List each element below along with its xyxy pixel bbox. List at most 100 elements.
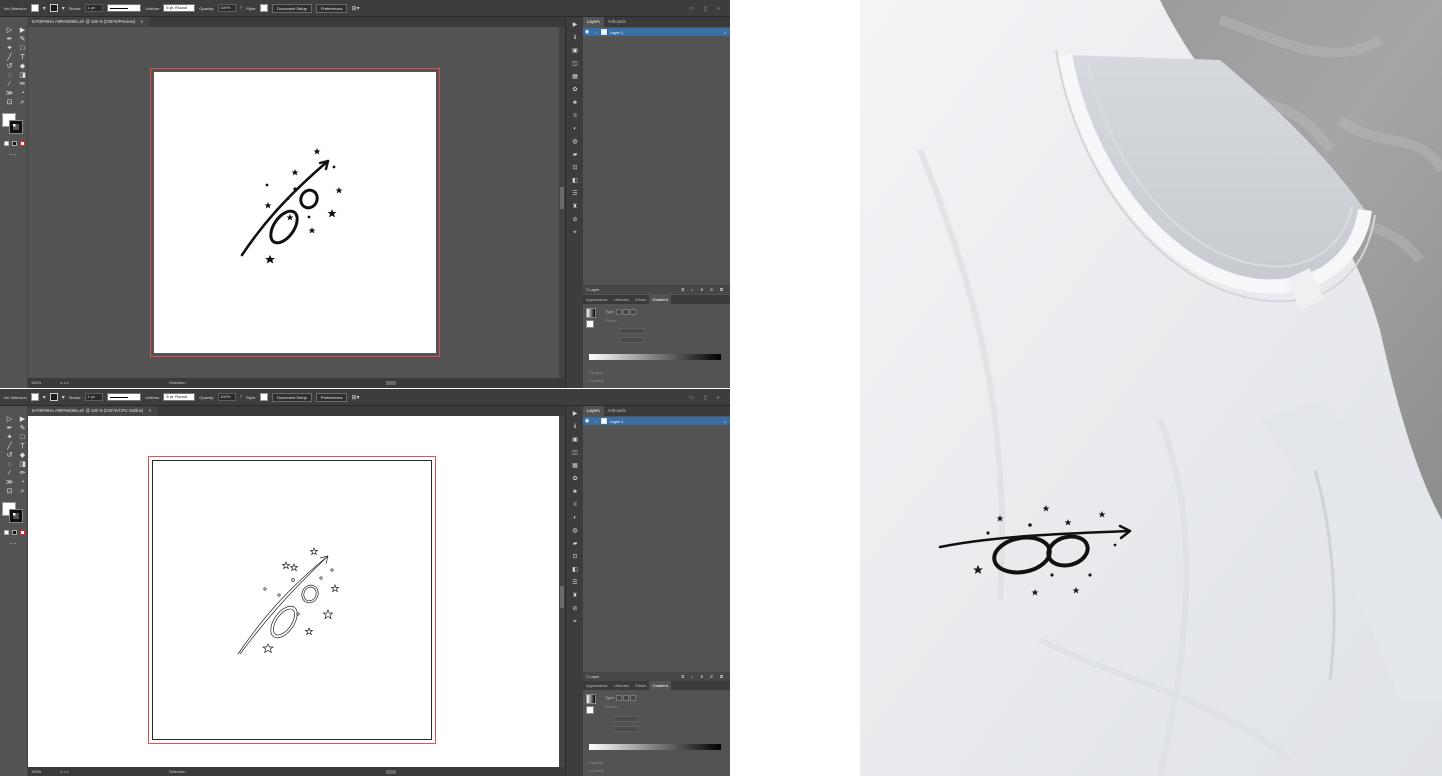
brushes-icon[interactable]: ✿ (566, 85, 584, 95)
transform-icon[interactable]: ▣ (566, 46, 584, 56)
canvas[interactable] (28, 416, 559, 767)
fill-stroke-widget[interactable] (2, 502, 26, 526)
play-icon[interactable]: ▶ (566, 20, 584, 30)
scroll-thumb[interactable] (560, 586, 564, 608)
pencil-tool-icon[interactable]: ✏ (17, 470, 28, 478)
scale-tool-icon[interactable]: ◨ (17, 72, 28, 80)
comment-icon[interactable]: ▰ (566, 150, 584, 160)
links-icon[interactable]: ⊘ (566, 604, 584, 614)
freeform-gradient-icon[interactable] (629, 695, 636, 701)
zoom-tool-icon[interactable]: ⌕ (17, 99, 28, 107)
stroke-icon[interactable]: ≡ (566, 111, 584, 121)
libraries-icon[interactable]: ◫ (566, 448, 584, 458)
stroke-profile-dropdown[interactable] (107, 393, 142, 401)
lasso-tool-icon[interactable]: ↺ (4, 63, 15, 71)
tab-appearance[interactable]: Appearance (583, 295, 611, 304)
radial-gradient-icon[interactable] (622, 695, 629, 701)
transform-icon[interactable]: ▣ (566, 435, 584, 445)
opacity-label[interactable]: Opacity: (199, 395, 214, 400)
chevron-right-icon[interactable]: › (240, 5, 242, 11)
chevron-right-icon[interactable]: › (591, 419, 601, 424)
artboards-icon[interactable]: ⊡ (566, 552, 584, 562)
symbols-icon[interactable]: ♣ (566, 487, 584, 497)
info-icon[interactable]: ℹ (566, 422, 584, 432)
rectangle-tool-icon[interactable]: □ (17, 45, 28, 53)
chevron-right-icon[interactable]: › (591, 30, 601, 35)
arrange-documents-icon[interactable]: ⊞▾ (351, 5, 359, 12)
gradient-slider[interactable] (589, 354, 721, 360)
info-icon[interactable]: ℹ (566, 33, 584, 43)
gradient-icon[interactable]: ◐ (566, 513, 584, 523)
curvature-tool-icon[interactable]: ✎ (17, 425, 28, 433)
brush-dropdown[interactable]: 5 pt. Round (163, 393, 196, 401)
swatches-icon[interactable]: ▦ (566, 72, 584, 82)
line-tool-icon[interactable]: ╱ (4, 54, 15, 62)
horizontal-scroll-thumb[interactable] (386, 770, 396, 774)
radial-gradient-icon[interactable] (622, 309, 629, 315)
stroke-weight-dropdown[interactable]: 1 px (85, 4, 104, 12)
tab-stroke[interactable]: Stroke (632, 295, 650, 304)
tab-libraries[interactable]: Libraries (611, 295, 632, 304)
scroll-thumb[interactable] (560, 187, 564, 209)
align-icon[interactable]: ☰ (566, 189, 584, 199)
tab-libraries[interactable]: Libraries (611, 681, 632, 690)
lasso-tool-icon[interactable]: ↺ (4, 452, 15, 460)
eyedropper-tool-icon[interactable]: ⁄ (4, 470, 15, 478)
layer-row[interactable]: ◉ › Layer 1 ○ (583, 417, 730, 425)
layers-icon[interactable]: ◧ (566, 176, 584, 186)
chevron-down-icon[interactable]: ▾ (43, 5, 46, 12)
zoom-level[interactable]: 100% (31, 378, 41, 388)
symbols-icon[interactable]: ♣ (566, 98, 584, 108)
stroke-swatch[interactable] (49, 4, 58, 12)
pencil-tool-icon[interactable]: ✏ (17, 81, 28, 89)
artboard-navigation[interactable]: ◂ 1 ▸ (60, 378, 68, 388)
gradient-preview[interactable] (586, 694, 596, 704)
eraser-tool-icon[interactable]: ◆ (17, 63, 28, 71)
comment-icon[interactable]: ▰ (566, 539, 584, 549)
preferences-button[interactable]: Preferences (315, 3, 348, 13)
aspect-ratio-field[interactable] (619, 337, 645, 343)
document-tab[interactable]: КАТЕРИНА АФРАМОВА.ai* @ 100 % (CMYK/CPU … (28, 406, 158, 416)
stroke-weight-dropdown[interactable]: 1 px (85, 393, 104, 401)
stroke-label[interactable]: Stroke: (69, 395, 82, 400)
document-tab[interactable]: КАТЕРИНА АФРАМОВА.ai* @ 100 % (CMYK/Prev… (28, 17, 150, 27)
window-controls-icon[interactable]: ▭ ▯ ▹ (689, 394, 724, 401)
brushes-icon[interactable]: ✿ (566, 474, 584, 484)
stroke-color-box[interactable] (9, 120, 23, 134)
close-icon[interactable]: ✕ (148, 408, 152, 413)
scale-tool-icon[interactable]: ◨ (17, 461, 28, 469)
warp-tool-icon[interactable]: ≫ (4, 479, 15, 487)
magic-wand-tool-icon[interactable]: ✦ (4, 45, 15, 53)
warp-tool-icon[interactable]: ≫ (4, 90, 15, 98)
asset-export-icon[interactable]: ⌖ (566, 228, 584, 238)
angle-field[interactable] (613, 716, 639, 722)
tab-gradient[interactable]: Gradient (649, 295, 671, 304)
stroke-label[interactable]: Stroke: (69, 6, 82, 11)
stroke-profile-dropdown[interactable] (107, 4, 142, 12)
logo-artwork-preview[interactable] (224, 137, 354, 267)
curvature-tool-icon[interactable]: ✎ (17, 36, 28, 44)
logo-artwork-outline[interactable] (226, 530, 356, 660)
gradient-mode-icon[interactable] (12, 141, 17, 146)
layer-name[interactable]: Layer 1 (610, 419, 623, 424)
pathfinder-icon[interactable]: ♜ (566, 591, 584, 601)
artboards-icon[interactable]: ⊡ (566, 163, 584, 173)
libraries-icon[interactable]: ◫ (566, 59, 584, 69)
color-mode-icon[interactable] (4, 530, 9, 535)
rotate-tool-icon[interactable]: ◌ (4, 461, 15, 469)
artboard-navigation[interactable]: ◂ 1 ▸ (60, 767, 68, 776)
chevron-down-icon[interactable]: ▾ (62, 5, 65, 12)
layers-icon[interactable]: ◧ (566, 565, 584, 575)
arrange-documents-icon[interactable]: ⊞▾ (351, 394, 359, 401)
preferences-button[interactable]: Preferences (315, 392, 348, 402)
swatches-icon[interactable]: ▦ (566, 461, 584, 471)
tab-gradient[interactable]: Gradient (649, 681, 671, 690)
eyedropper-tool-icon[interactable]: ⁄ (4, 81, 15, 89)
artboard-tool-icon[interactable]: ⊡ (4, 488, 15, 496)
graphic-style-swatch[interactable] (260, 4, 269, 12)
opacity-field[interactable]: 100% (218, 393, 237, 401)
gradient-slider[interactable] (589, 744, 721, 750)
shape-builder-tool-icon[interactable]: ◔ (17, 90, 28, 98)
angle-field[interactable] (619, 328, 645, 334)
document-setup-button[interactable]: Document Setup (272, 3, 312, 13)
